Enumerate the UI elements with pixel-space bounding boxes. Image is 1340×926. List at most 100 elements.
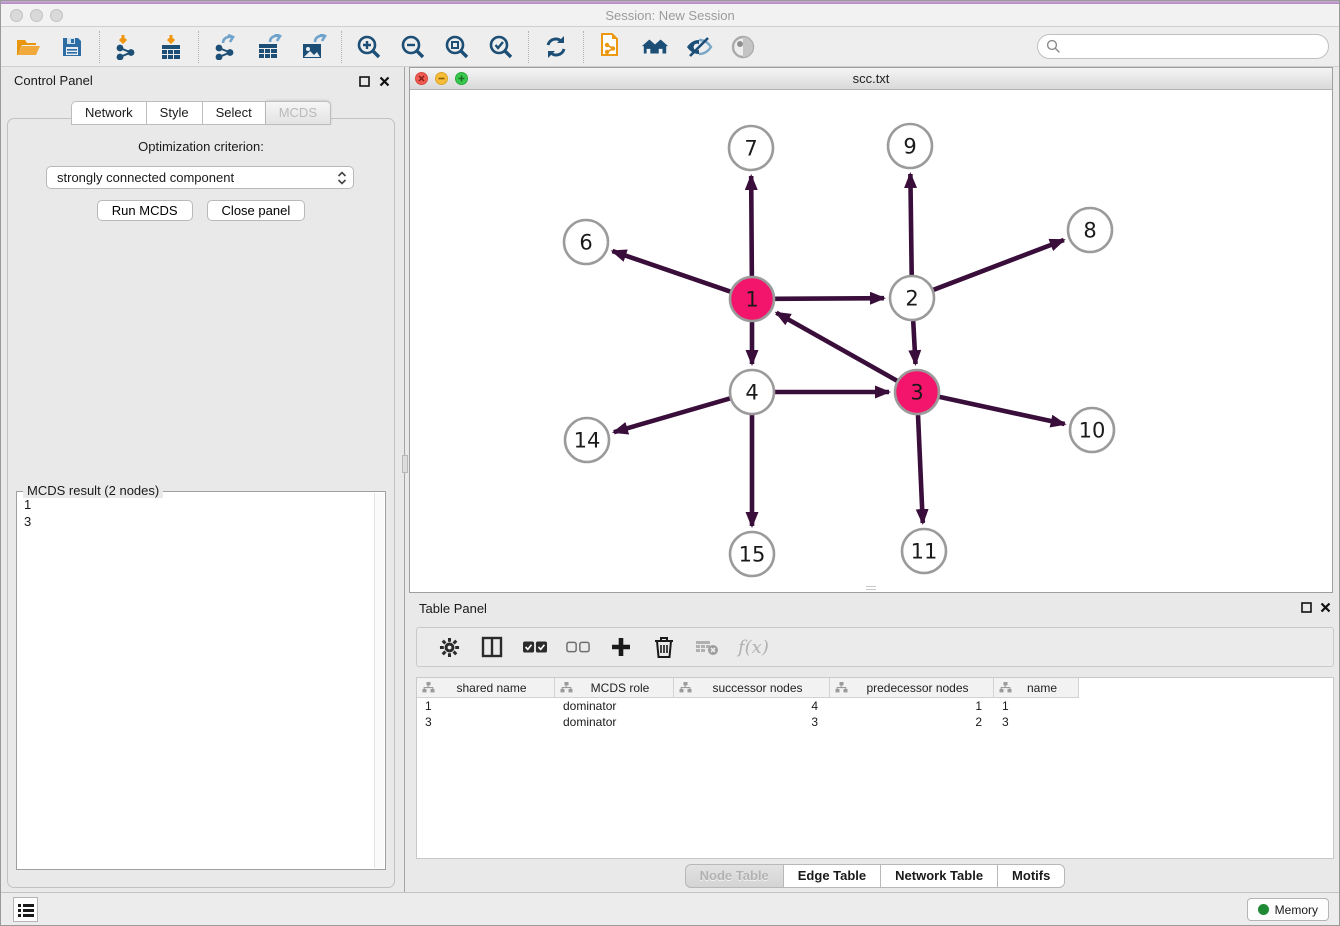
graph-node-15[interactable]: 15 bbox=[730, 532, 774, 576]
cell-successor-nodes[interactable]: 4 bbox=[674, 699, 830, 713]
graph-node-3[interactable]: 3 bbox=[895, 370, 939, 414]
column-header-shared-name[interactable]: shared name bbox=[417, 678, 555, 698]
svg-text:9: 9 bbox=[903, 135, 916, 159]
tab-motifs[interactable]: Motifs bbox=[998, 864, 1065, 888]
optimization-criterion-value: strongly connected component bbox=[57, 170, 337, 185]
table-body: 1dominator4113dominator323 bbox=[417, 698, 1333, 730]
close-panel-icon[interactable] bbox=[377, 74, 391, 88]
graph-edge-1-2[interactable] bbox=[775, 298, 884, 299]
cell-name[interactable]: 3 bbox=[994, 715, 1079, 729]
hide-selected-eye-icon[interactable] bbox=[685, 33, 713, 61]
show-hidden-eye-icon[interactable] bbox=[729, 33, 757, 61]
network-window-title: scc.txt bbox=[410, 68, 1332, 89]
zoom-fit-icon[interactable] bbox=[443, 33, 471, 61]
add-column-icon[interactable] bbox=[609, 635, 633, 659]
table-row[interactable]: 1dominator411 bbox=[417, 698, 1333, 714]
memory-button[interactable]: Memory bbox=[1247, 898, 1329, 921]
tab-node-table[interactable]: Node Table bbox=[685, 864, 784, 888]
graph-node-14[interactable]: 14 bbox=[565, 418, 609, 462]
graph-node-10[interactable]: 10 bbox=[1070, 408, 1114, 452]
delete-column-icon[interactable] bbox=[652, 635, 676, 659]
graph-edge-4-14[interactable] bbox=[614, 398, 730, 432]
task-history-button[interactable] bbox=[13, 897, 38, 922]
graph-edge-3-1[interactable] bbox=[776, 313, 897, 381]
graph-node-7[interactable]: 7 bbox=[729, 126, 773, 170]
table-panel-title: Table Panel bbox=[419, 601, 487, 616]
deselect-all-columns-icon[interactable] bbox=[566, 635, 590, 659]
refresh-layout-icon[interactable] bbox=[542, 33, 570, 61]
tab-style[interactable]: Style bbox=[147, 101, 203, 125]
svg-text:14: 14 bbox=[574, 429, 601, 453]
divider-handle[interactable] bbox=[402, 455, 408, 473]
graph-node-11[interactable]: 11 bbox=[902, 529, 946, 573]
result-scrollbar[interactable] bbox=[374, 493, 384, 868]
column-layout-icon[interactable] bbox=[480, 635, 504, 659]
search-input[interactable] bbox=[1065, 37, 1328, 57]
window-resize-grip[interactable] bbox=[866, 586, 876, 590]
graph-node-6[interactable]: 6 bbox=[564, 220, 608, 264]
optimization-criterion-select[interactable]: strongly connected component bbox=[46, 166, 354, 189]
close-table-panel-icon[interactable] bbox=[1318, 600, 1332, 614]
select-all-columns-icon[interactable] bbox=[523, 635, 547, 659]
network-window-titlebar[interactable]: scc.txt bbox=[410, 68, 1332, 90]
mcds-result-text[interactable]: 1 3 bbox=[18, 493, 374, 868]
zoom-in-icon[interactable] bbox=[355, 33, 383, 61]
graph-node-8[interactable]: 8 bbox=[1068, 208, 1112, 252]
tab-edge-table[interactable]: Edge Table bbox=[784, 864, 881, 888]
save-session-icon[interactable] bbox=[58, 33, 86, 61]
open-session-icon[interactable] bbox=[14, 33, 42, 61]
table-toolbar: f(x) bbox=[416, 627, 1334, 667]
export-image-icon[interactable] bbox=[300, 33, 328, 61]
column-header-name[interactable]: name bbox=[994, 678, 1079, 698]
export-table-icon[interactable] bbox=[256, 33, 284, 61]
cell-shared-name[interactable]: 3 bbox=[417, 715, 555, 729]
import-network-icon[interactable] bbox=[113, 33, 141, 61]
graph-edge-3-11[interactable] bbox=[918, 415, 923, 523]
cell-predecessor-nodes[interactable]: 1 bbox=[830, 699, 994, 713]
graph-node-9[interactable]: 9 bbox=[888, 124, 932, 168]
close-panel-button[interactable]: Close panel bbox=[207, 200, 306, 221]
graph-edge-3-10[interactable] bbox=[939, 397, 1064, 424]
table-row[interactable]: 3dominator323 bbox=[417, 714, 1333, 730]
network-canvas[interactable]: 7 9 6 8 1 2 4 3 14 10 15 11 bbox=[410, 90, 1332, 592]
cell-MCDS-role[interactable]: dominator bbox=[555, 699, 674, 713]
graph-node-2[interactable]: 2 bbox=[890, 276, 934, 320]
float-panel-icon[interactable] bbox=[357, 74, 371, 88]
cell-name[interactable]: 1 bbox=[994, 699, 1079, 713]
run-mcds-button[interactable]: Run MCDS bbox=[97, 200, 193, 221]
graph-edge-2-9[interactable] bbox=[910, 174, 911, 275]
float-table-panel-icon[interactable] bbox=[1299, 600, 1313, 614]
clone-network-icon[interactable] bbox=[597, 33, 625, 61]
function-builder-icon[interactable]: f(x) bbox=[738, 637, 769, 658]
cell-MCDS-role[interactable]: dominator bbox=[555, 715, 674, 729]
tab-network-table[interactable]: Network Table bbox=[881, 864, 998, 888]
graph-node-4[interactable]: 4 bbox=[730, 370, 774, 414]
table-header-row: shared nameMCDS rolesuccessor nodesprede… bbox=[417, 678, 1333, 698]
import-table-icon[interactable] bbox=[157, 33, 185, 61]
tab-mcds[interactable]: MCDS bbox=[266, 101, 331, 125]
tab-network[interactable]: Network bbox=[71, 101, 147, 125]
svg-text:11: 11 bbox=[911, 540, 938, 564]
column-header-predecessor-nodes[interactable]: predecessor nodes bbox=[830, 678, 994, 698]
tab-select[interactable]: Select bbox=[203, 101, 266, 125]
graph-node-1[interactable]: 1 bbox=[730, 277, 774, 321]
search-box[interactable] bbox=[1037, 34, 1329, 59]
cell-successor-nodes[interactable]: 3 bbox=[674, 715, 830, 729]
zoom-out-icon[interactable] bbox=[399, 33, 427, 61]
export-network-icon[interactable] bbox=[212, 33, 240, 61]
show-all-houses-icon[interactable] bbox=[641, 33, 669, 61]
column-header-MCDS-role[interactable]: MCDS role bbox=[555, 678, 674, 698]
column-header-successor-nodes[interactable]: successor nodes bbox=[674, 678, 830, 698]
svg-text:3: 3 bbox=[910, 381, 923, 405]
cell-predecessor-nodes[interactable]: 2 bbox=[830, 715, 994, 729]
delete-table-icon[interactable] bbox=[695, 635, 719, 659]
graph-edge-2-3[interactable] bbox=[913, 321, 915, 364]
graph-edge-1-6[interactable] bbox=[612, 251, 730, 291]
cell-shared-name[interactable]: 1 bbox=[417, 699, 555, 713]
settings-gear-icon[interactable] bbox=[437, 635, 461, 659]
panel-divider[interactable] bbox=[401, 67, 409, 892]
zoom-selected-icon[interactable] bbox=[487, 33, 515, 61]
graph-edge-2-8[interactable] bbox=[933, 240, 1063, 290]
graph-edge-1-7[interactable] bbox=[751, 176, 752, 276]
control-panel-tabs: NetworkStyleSelectMCDS bbox=[1, 101, 401, 125]
